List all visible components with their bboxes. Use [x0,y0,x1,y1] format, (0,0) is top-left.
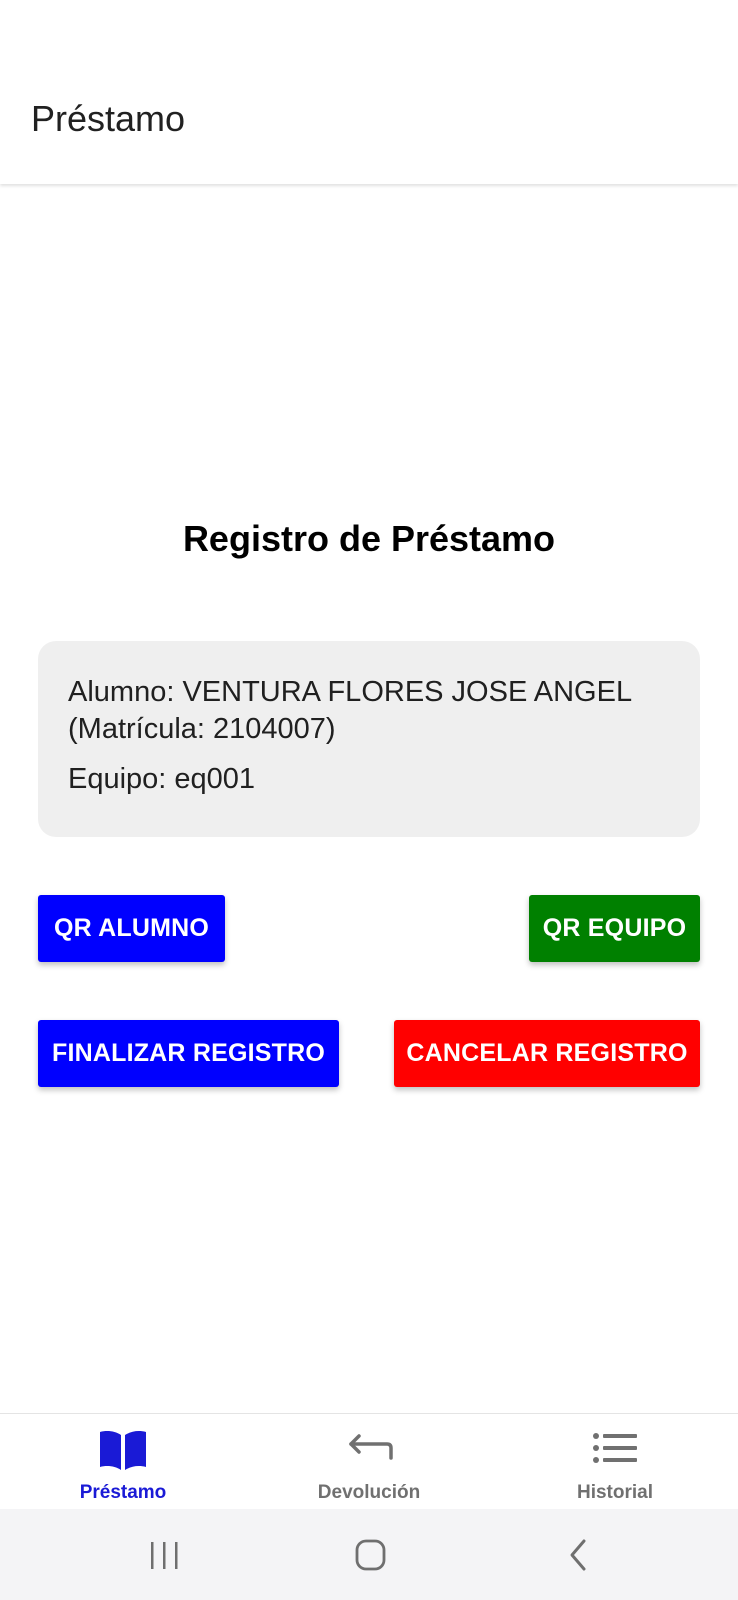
book-open-icon [100,1431,146,1470]
nav-item-devolucion[interactable]: Devolución [246,1414,492,1510]
student-info-text: Alumno: VENTURA FLORES JOSE ANGEL (Matrí… [68,676,631,745]
nav-item-prestamo[interactable]: Préstamo [0,1414,246,1510]
loan-info-card: Alumno: VENTURA FLORES JOSE ANGEL (Matrí… [38,641,700,837]
nav-item-historial[interactable]: Historial [492,1414,738,1510]
app-bar-title: Préstamo [31,98,186,139]
recents-icon[interactable] [134,1525,194,1585]
nav-label-historial: Historial [576,1482,654,1503]
bottom-navigation: Préstamo Devolución Historial [0,1413,738,1510]
nav-label-prestamo: Préstamo [79,1482,167,1503]
app-screen: Préstamo Registro de Préstamo Alumno: VE… [0,0,738,1600]
back-icon[interactable] [548,1525,608,1585]
home-icon[interactable] [340,1525,400,1585]
qr-equipo-button[interactable]: QR EQUIPO [529,895,700,962]
equipment-info-text: Equipo: eq001 [68,763,256,795]
qr-alumno-button[interactable]: QR ALUMNO [38,895,225,962]
page-title: Registro de Préstamo [182,518,556,559]
list-icon [593,1433,637,1463]
system-navigation-bar [0,1509,738,1600]
cancelar-registro-button[interactable]: CANCELAR REGISTRO [394,1020,700,1087]
nav-label-devolucion: Devolución [317,1482,421,1503]
finalizar-registro-button[interactable]: FINALIZAR REGISTRO [38,1020,339,1087]
return-arrow-icon [349,1434,393,1460]
app-bar: Préstamo [0,0,738,184]
